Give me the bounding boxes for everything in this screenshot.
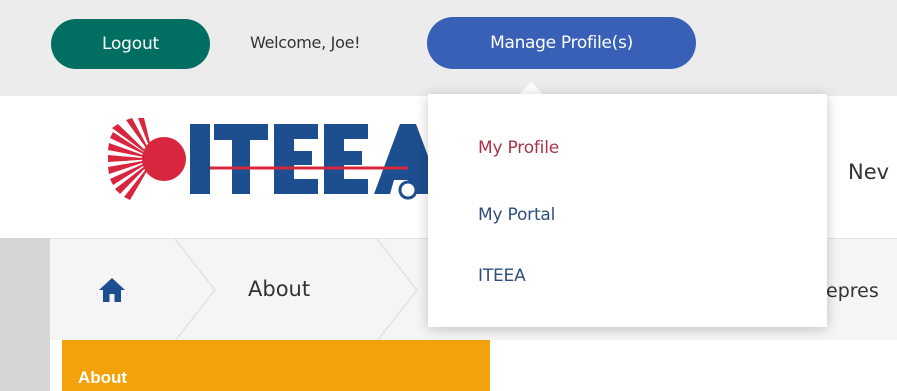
breadcrumb-separator [376, 239, 418, 341]
iteea-logo[interactable] [108, 118, 428, 200]
logout-button[interactable]: Logout [51, 19, 210, 69]
menu-item-my-profile[interactable]: My Profile [478, 138, 559, 158]
sidebar-item-label: About [78, 368, 128, 387]
breadcrumb-separator [174, 239, 216, 341]
breadcrumb-item-about[interactable]: About [248, 277, 310, 301]
manage-profiles-dropdown: My Profile My Portal ITEEA [428, 94, 827, 327]
left-gutter [0, 238, 50, 391]
manage-profiles-button[interactable]: Manage Profile(s) [427, 17, 696, 69]
home-icon[interactable] [97, 275, 127, 305]
nav-item-partial[interactable]: Nev [848, 160, 889, 184]
menu-item-iteea[interactable]: ITEEA [478, 266, 526, 286]
menu-item-my-portal[interactable]: My Portal [478, 205, 555, 225]
sidebar-item-about[interactable]: About [62, 340, 490, 391]
breadcrumb-item-partial[interactable]: epres [826, 280, 879, 302]
welcome-text: Welcome, Joe! [250, 33, 361, 52]
iteea-logo-graphic [108, 118, 428, 200]
top-bar: Logout Welcome, Joe! Manage Profile(s) [0, 0, 897, 96]
